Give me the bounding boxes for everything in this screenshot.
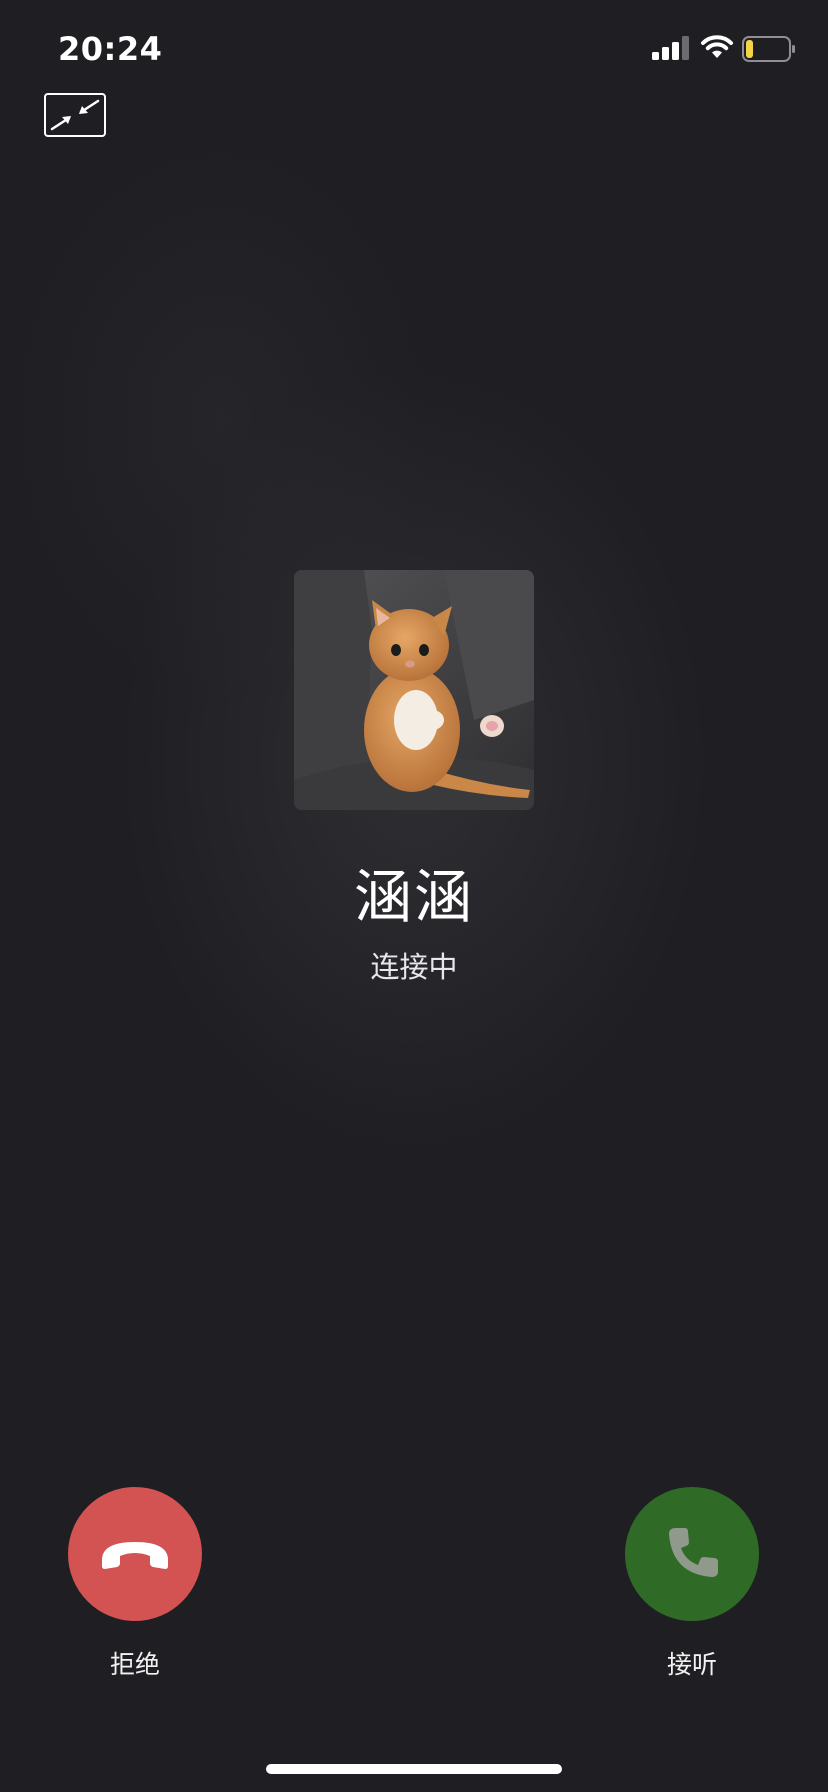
hang-up-phone-icon (102, 1542, 168, 1569)
battery-low-icon (742, 36, 795, 62)
decline-action: 拒绝 (65, 1487, 205, 1681)
decline-label: 拒绝 (109, 1650, 160, 1679)
status-time: 20:24 (58, 30, 163, 68)
home-indicator[interactable] (266, 1764, 562, 1774)
status-bar: 20:24 (0, 0, 828, 96)
caller-avatar (294, 570, 534, 810)
minimize-button[interactable] (44, 93, 106, 137)
phone-icon (669, 1528, 718, 1577)
kitten-photo (294, 570, 534, 810)
accept-button[interactable] (625, 1487, 759, 1621)
accept-label: 接听 (666, 1650, 717, 1679)
incoming-call-screen: 20:24 涵涵 连接中 拒绝 接听 (0, 0, 828, 1792)
minimize-window-icon (50, 99, 100, 131)
call-status: 连接中 (370, 950, 458, 984)
caller-name: 涵涵 (353, 863, 474, 931)
cellular-signal-icon (652, 36, 689, 60)
decline-button[interactable] (68, 1487, 202, 1621)
accept-action: 接听 (622, 1487, 762, 1681)
wifi-icon (701, 35, 733, 58)
